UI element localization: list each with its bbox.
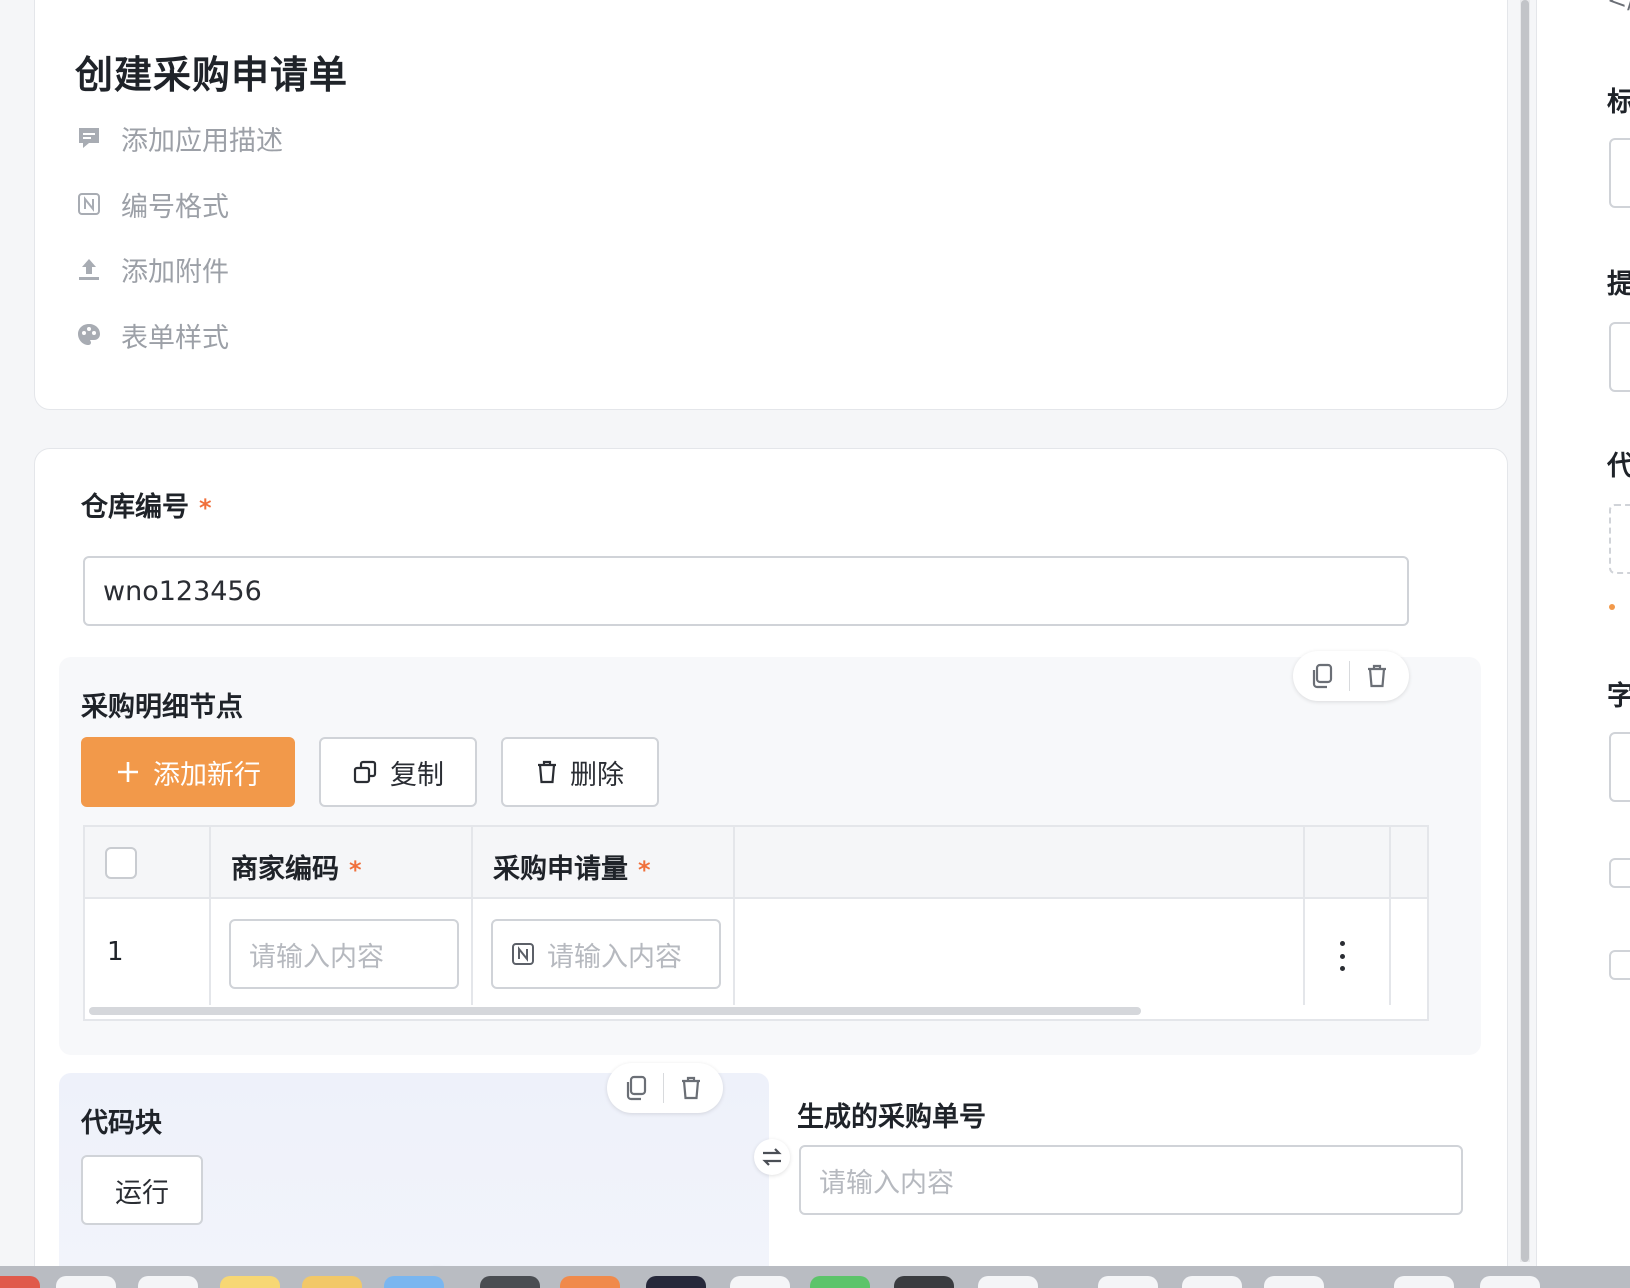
form-style-option[interactable]: 表单样式 <box>75 315 229 355</box>
numbering-format-option[interactable]: 编号格式 <box>75 184 229 224</box>
dock-app-icon[interactable] <box>480 1276 540 1288</box>
prop-checkbox-2[interactable] <box>1609 950 1630 980</box>
system-dock <box>0 1266 1630 1288</box>
warehouse-no-label: 仓库编号 * <box>81 492 212 523</box>
row-index: 1 <box>107 937 124 967</box>
trash-icon <box>536 759 558 785</box>
prop-input-2[interactable] <box>1609 322 1630 392</box>
prop-label-2: 提 <box>1607 262 1630 301</box>
dock-app-icon[interactable] <box>138 1276 198 1288</box>
canvas-scrollbar-thumb[interactable] <box>1521 0 1529 1262</box>
prop-label-4: 字 <box>1607 674 1630 713</box>
merchant-code-input[interactable]: 请输入内容 <box>229 919 459 989</box>
prop-input-1[interactable] <box>1609 138 1630 208</box>
table-horizontal-scrollbar[interactable] <box>89 1007 1141 1015</box>
add-attachment-label: 添加附件 <box>121 256 229 288</box>
add-description-option[interactable]: 添加应用描述 <box>75 118 283 158</box>
code-block-title: 代码块 <box>81 1108 162 1139</box>
trash-icon[interactable] <box>1362 661 1392 691</box>
generated-po-input[interactable]: 请输入内容 <box>799 1145 1463 1215</box>
dock-app-icon[interactable] <box>0 1276 40 1288</box>
detail-section-title: 采购明细节点 <box>81 692 243 723</box>
form-title[interactable]: 创建采购申请单 <box>75 44 348 99</box>
copy-icon <box>352 759 378 785</box>
dock-app-icon[interactable] <box>56 1276 116 1288</box>
table-header-row: 商家编码 * 采购申请量 * <box>85 827 1427 899</box>
prop-code-area[interactable] <box>1609 504 1630 574</box>
run-button[interactable]: 运行 <box>81 1155 203 1225</box>
code-block-section[interactable]: 代码块 运行 <box>59 1063 769 1281</box>
quantity-input[interactable]: 请输入内容 <box>491 919 721 989</box>
form-style-label: 表单样式 <box>121 322 229 354</box>
swap-icon[interactable] <box>754 1139 790 1175</box>
dock-app-icon[interactable] <box>1182 1276 1242 1288</box>
add-attachment-option[interactable]: 添加附件 <box>75 249 229 289</box>
comment-icon <box>75 124 103 152</box>
palette-icon <box>75 321 103 349</box>
warehouse-no-input[interactable]: wno123456 <box>83 556 1409 626</box>
merchant-code-header: 商家编码 * <box>231 854 362 885</box>
prop-hint-dot <box>1609 604 1615 610</box>
numbering-icon <box>75 190 103 218</box>
dock-app-icon[interactable] <box>1394 1276 1454 1288</box>
dock-app-icon[interactable] <box>1264 1276 1324 1288</box>
detail-section-toolbar <box>1293 651 1409 701</box>
plus-icon <box>115 759 141 785</box>
dock-app-icon[interactable] <box>560 1276 620 1288</box>
properties-panel: </> 标 提 代 字 <box>1536 0 1630 1266</box>
dock-app-icon[interactable] <box>1480 1276 1540 1288</box>
dock-app-icon[interactable] <box>894 1276 954 1288</box>
prop-label-1: 标 <box>1607 80 1630 119</box>
code-view-icon[interactable]: </> <box>1607 0 1630 14</box>
prop-checkbox-1[interactable] <box>1609 858 1630 888</box>
dock-app-icon[interactable] <box>810 1276 870 1288</box>
detail-table: 商家编码 * 采购申请量 * 1 请输入内容 请输入内容 <box>83 825 1429 1021</box>
duplicate-icon[interactable] <box>1307 661 1337 691</box>
upload-icon <box>75 255 103 283</box>
table-row: 1 请输入内容 请输入内容 <box>85 901 1427 1005</box>
dock-app-icon[interactable] <box>978 1276 1038 1288</box>
numbering-icon <box>511 942 535 966</box>
required-mark: * <box>199 494 212 522</box>
dock-app-icon[interactable] <box>646 1276 706 1288</box>
trash-icon[interactable] <box>676 1073 706 1103</box>
dock-app-icon[interactable] <box>730 1276 790 1288</box>
dock-app-icon[interactable] <box>220 1276 280 1288</box>
copy-rows-button[interactable]: 复制 <box>319 737 477 807</box>
form-body-card: 仓库编号 * wno123456 采购明细节点 添加新行 复制 删除 商家编码 … <box>34 448 1508 1288</box>
add-description-label: 添加应用描述 <box>121 125 283 157</box>
generated-po-label: 生成的采购单号 <box>797 1102 986 1133</box>
purchase-detail-section[interactable]: 采购明细节点 添加新行 复制 删除 商家编码 * 采购申请量 * 1 请输入内容… <box>59 651 1481 1055</box>
prop-label-3: 代 <box>1607 444 1630 483</box>
add-row-button[interactable]: 添加新行 <box>81 737 295 807</box>
dock-app-icon[interactable] <box>1098 1276 1158 1288</box>
code-block-toolbar <box>607 1063 723 1113</box>
form-designer-canvas: 创建采购申请单 添加应用描述 编号格式 添加附件 表单样式 仓库编号 * wno… <box>0 0 1510 1288</box>
duplicate-icon[interactable] <box>621 1073 651 1103</box>
dock-app-icon[interactable] <box>302 1276 362 1288</box>
quantity-header: 采购申请量 * <box>493 854 651 885</box>
form-header-card: 创建采购申请单 添加应用描述 编号格式 添加附件 表单样式 <box>34 0 1508 410</box>
row-more-icon[interactable] <box>1337 941 1347 971</box>
prop-input-4[interactable] <box>1609 732 1630 802</box>
numbering-format-label: 编号格式 <box>121 191 229 223</box>
delete-rows-button[interactable]: 删除 <box>501 737 659 807</box>
select-all-checkbox[interactable] <box>105 847 137 879</box>
dock-app-icon[interactable] <box>384 1276 444 1288</box>
